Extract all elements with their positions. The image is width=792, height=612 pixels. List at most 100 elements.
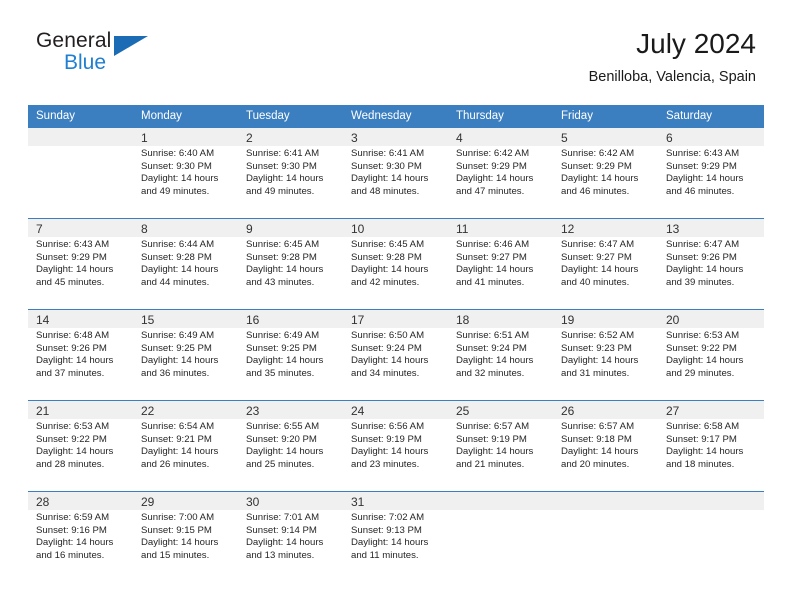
sunset-text: Sunset: 9:19 PM [456,433,527,445]
page-header: General Blue July 2024 Benilloba, Valenc… [0,28,792,100]
calendar-day-cell[interactable]: 20 Sunrise: 6:53 AM Sunset: 9:22 PM Dayligh… [658,309,764,401]
day-number: 4 [456,131,463,145]
day-cell-content: 18 Sunrise: 6:51 AM Sunset: 9:24 PM Dayligh… [448,310,553,400]
day-cell-content: 8 Sunrise: 6:44 AM Sunset: 9:28 PM Daylight… [133,219,238,309]
day-details: Sunrise: 6:47 AM Sunset: 9:27 PM Daylight:… [561,237,650,289]
day-details: Sunrise: 6:41 AM Sunset: 9:30 PM Daylight:… [246,146,335,198]
calendar-day-cell[interactable]: 24 Sunrise: 6:56 AM Sunset: 9:19 PM Dayligh… [343,400,448,492]
day-details: Sunrise: 6:50 AM Sunset: 9:24 PM Daylight:… [351,328,440,380]
calendar-day-cell[interactable]: 9 Sunrise: 6:45 AM Sunset: 9:28 PM Daylight… [238,218,343,310]
day-details: Sunrise: 6:59 AM Sunset: 9:16 PM Daylight:… [36,510,125,562]
sunrise-text: Sunrise: 6:47 AM [561,239,635,250]
calendar-day-cell[interactable] [448,491,553,582]
calendar-day-cell[interactable]: 8 Sunrise: 6:44 AM Sunset: 9:28 PM Daylight… [133,218,238,310]
sunrise-text: Sunrise: 6:43 AM [666,148,740,159]
daylight-text-line1: Daylight: 14 hours [456,264,534,276]
daylight-text-line2: and 25 minutes. [246,458,315,470]
calendar-day-cell[interactable]: 16 Sunrise: 6:49 AM Sunset: 9:25 PM Dayligh… [238,309,343,401]
day-details: Sunrise: 6:57 AM Sunset: 9:19 PM Daylight:… [456,419,545,471]
day-cell-content: 21 Sunrise: 6:53 AM Sunset: 9:22 PM Dayligh… [28,401,133,491]
calendar-day-cell[interactable]: 10 Sunrise: 6:45 AM Sunset: 9:28 PM Dayligh… [343,218,448,310]
daylight-text-line1: Daylight: 14 hours [561,264,639,276]
calendar-day-cell[interactable]: 25 Sunrise: 6:57 AM Sunset: 9:19 PM Dayligh… [448,400,553,492]
calendar-day-cell[interactable] [658,491,764,582]
calendar-day-cell[interactable]: 3 Sunrise: 6:41 AM Sunset: 9:30 PM Daylight… [343,127,448,219]
calendar-day-cell[interactable]: 19 Sunrise: 6:52 AM Sunset: 9:23 PM Dayligh… [553,309,658,401]
day-number: 14 [36,313,50,327]
sunrise-text: Sunrise: 6:42 AM [561,148,635,159]
general-blue-logo[interactable]: General Blue [36,28,156,73]
day-number [666,492,756,510]
daylight-text-line1: Daylight: 14 hours [561,446,639,458]
day-number: 31 [351,495,365,509]
day-number: 15 [141,313,155,327]
calendar-day-cell[interactable]: 4 Sunrise: 6:42 AM Sunset: 9:29 PM Daylight… [448,127,553,219]
calendar-week-row: 1 Sunrise: 6:40 AM Sunset: 9:30 PM Daylight… [28,127,764,219]
calendar-day-cell[interactable]: 22 Sunrise: 6:54 AM Sunset: 9:21 PM Dayligh… [133,400,238,492]
day-number: 28 [36,495,50,509]
calendar-day-cell[interactable] [28,127,133,219]
daylight-text-line2: and 43 minutes. [246,276,315,288]
calendar-day-cell[interactable]: 26 Sunrise: 6:57 AM Sunset: 9:18 PM Dayligh… [553,400,658,492]
sunset-text: Sunset: 9:28 PM [141,251,212,263]
daylight-text-line2: and 41 minutes. [456,276,525,288]
day-number: 19 [561,313,575,327]
day-details: Sunrise: 6:53 AM Sunset: 9:22 PM Daylight:… [666,328,756,380]
day-cell-content: 11 Sunrise: 6:46 AM Sunset: 9:27 PM Dayligh… [448,219,553,309]
calendar-day-cell[interactable]: 31 Sunrise: 7:02 AM Sunset: 9:13 PM Dayligh… [343,491,448,582]
daylight-text-line1: Daylight: 14 hours [351,173,429,185]
daylight-text-line2: and 49 minutes. [246,185,315,197]
daylight-text-line2: and 21 minutes. [456,458,525,470]
calendar-day-cell[interactable] [553,491,658,582]
daylight-text-line1: Daylight: 14 hours [561,173,639,185]
title-block: July 2024 Benilloba, Valencia, Spain [589,28,756,85]
calendar-day-cell[interactable]: 17 Sunrise: 6:50 AM Sunset: 9:24 PM Dayligh… [343,309,448,401]
calendar-day-cell[interactable]: 18 Sunrise: 6:51 AM Sunset: 9:24 PM Dayligh… [448,309,553,401]
calendar-day-cell[interactable]: 23 Sunrise: 6:55 AM Sunset: 9:20 PM Dayligh… [238,400,343,492]
calendar-day-cell[interactable]: 29 Sunrise: 7:00 AM Sunset: 9:15 PM Dayligh… [133,491,238,582]
calendar-day-cell[interactable]: 11 Sunrise: 6:46 AM Sunset: 9:27 PM Dayligh… [448,218,553,310]
day-number: 1 [141,131,148,145]
weekday-header-sunday: Sunday [28,105,133,128]
daylight-text-line1: Daylight: 14 hours [246,446,324,458]
calendar-day-cell[interactable]: 12 Sunrise: 6:47 AM Sunset: 9:27 PM Dayligh… [553,218,658,310]
day-cell-content: 9 Sunrise: 6:45 AM Sunset: 9:28 PM Daylight… [238,219,343,309]
sunset-text: Sunset: 9:18 PM [561,433,632,445]
day-number: 27 [666,404,680,418]
day-cell-content: 14 Sunrise: 6:48 AM Sunset: 9:26 PM Dayligh… [28,310,133,400]
sunset-text: Sunset: 9:29 PM [456,160,527,172]
sunrise-text: Sunrise: 7:02 AM [351,512,425,523]
calendar-day-cell[interactable]: 15 Sunrise: 6:49 AM Sunset: 9:25 PM Dayligh… [133,309,238,401]
calendar-day-cell[interactable]: 7 Sunrise: 6:43 AM Sunset: 9:29 PM Daylight… [28,218,133,310]
sunrise-text: Sunrise: 6:49 AM [141,330,215,341]
triangle-icon [114,36,148,56]
calendar-day-cell[interactable]: 5 Sunrise: 6:42 AM Sunset: 9:29 PM Daylight… [553,127,658,219]
sunset-text: Sunset: 9:29 PM [561,160,632,172]
day-number: 20 [666,313,680,327]
day-number: 10 [351,222,365,236]
day-cell-content: 22 Sunrise: 6:54 AM Sunset: 9:21 PM Dayligh… [133,401,238,491]
sunrise-text: Sunrise: 6:41 AM [246,148,320,159]
day-details [561,510,650,512]
daylight-text-line1: Daylight: 14 hours [141,264,219,276]
day-details: Sunrise: 6:54 AM Sunset: 9:21 PM Daylight:… [141,419,230,471]
calendar-day-cell[interactable]: 13 Sunrise: 6:47 AM Sunset: 9:26 PM Dayligh… [658,218,764,310]
sunset-text: Sunset: 9:29 PM [36,251,107,263]
weekday-header-row: Sunday Monday Tuesday Wednesday Thursday… [28,105,764,128]
sunrise-text: Sunrise: 6:59 AM [36,512,110,523]
day-details: Sunrise: 6:44 AM Sunset: 9:28 PM Daylight:… [141,237,230,289]
weekday-header-saturday: Saturday [658,105,764,128]
calendar-day-cell[interactable]: 27 Sunrise: 6:58 AM Sunset: 9:17 PM Dayligh… [658,400,764,492]
calendar-day-cell[interactable]: 28 Sunrise: 6:59 AM Sunset: 9:16 PM Dayligh… [28,491,133,582]
day-cell-content: 6 Sunrise: 6:43 AM Sunset: 9:29 PM Daylight… [658,128,764,218]
calendar-day-cell[interactable]: 21 Sunrise: 6:53 AM Sunset: 9:22 PM Dayligh… [28,400,133,492]
calendar-day-cell[interactable]: 14 Sunrise: 6:48 AM Sunset: 9:26 PM Dayligh… [28,309,133,401]
day-cell-content: 25 Sunrise: 6:57 AM Sunset: 9:19 PM Dayligh… [448,401,553,491]
daylight-text-line2: and 44 minutes. [141,276,210,288]
day-details: Sunrise: 6:56 AM Sunset: 9:19 PM Daylight:… [351,419,440,471]
calendar-day-cell[interactable]: 2 Sunrise: 6:41 AM Sunset: 9:30 PM Daylight… [238,127,343,219]
calendar-day-cell[interactable]: 30 Sunrise: 7:01 AM Sunset: 9:14 PM Dayligh… [238,491,343,582]
calendar-day-cell[interactable]: 1 Sunrise: 6:40 AM Sunset: 9:30 PM Daylight… [133,127,238,219]
calendar-day-cell[interactable]: 6 Sunrise: 6:43 AM Sunset: 9:29 PM Daylight… [658,127,764,219]
day-details: Sunrise: 6:48 AM Sunset: 9:26 PM Daylight:… [36,328,125,380]
